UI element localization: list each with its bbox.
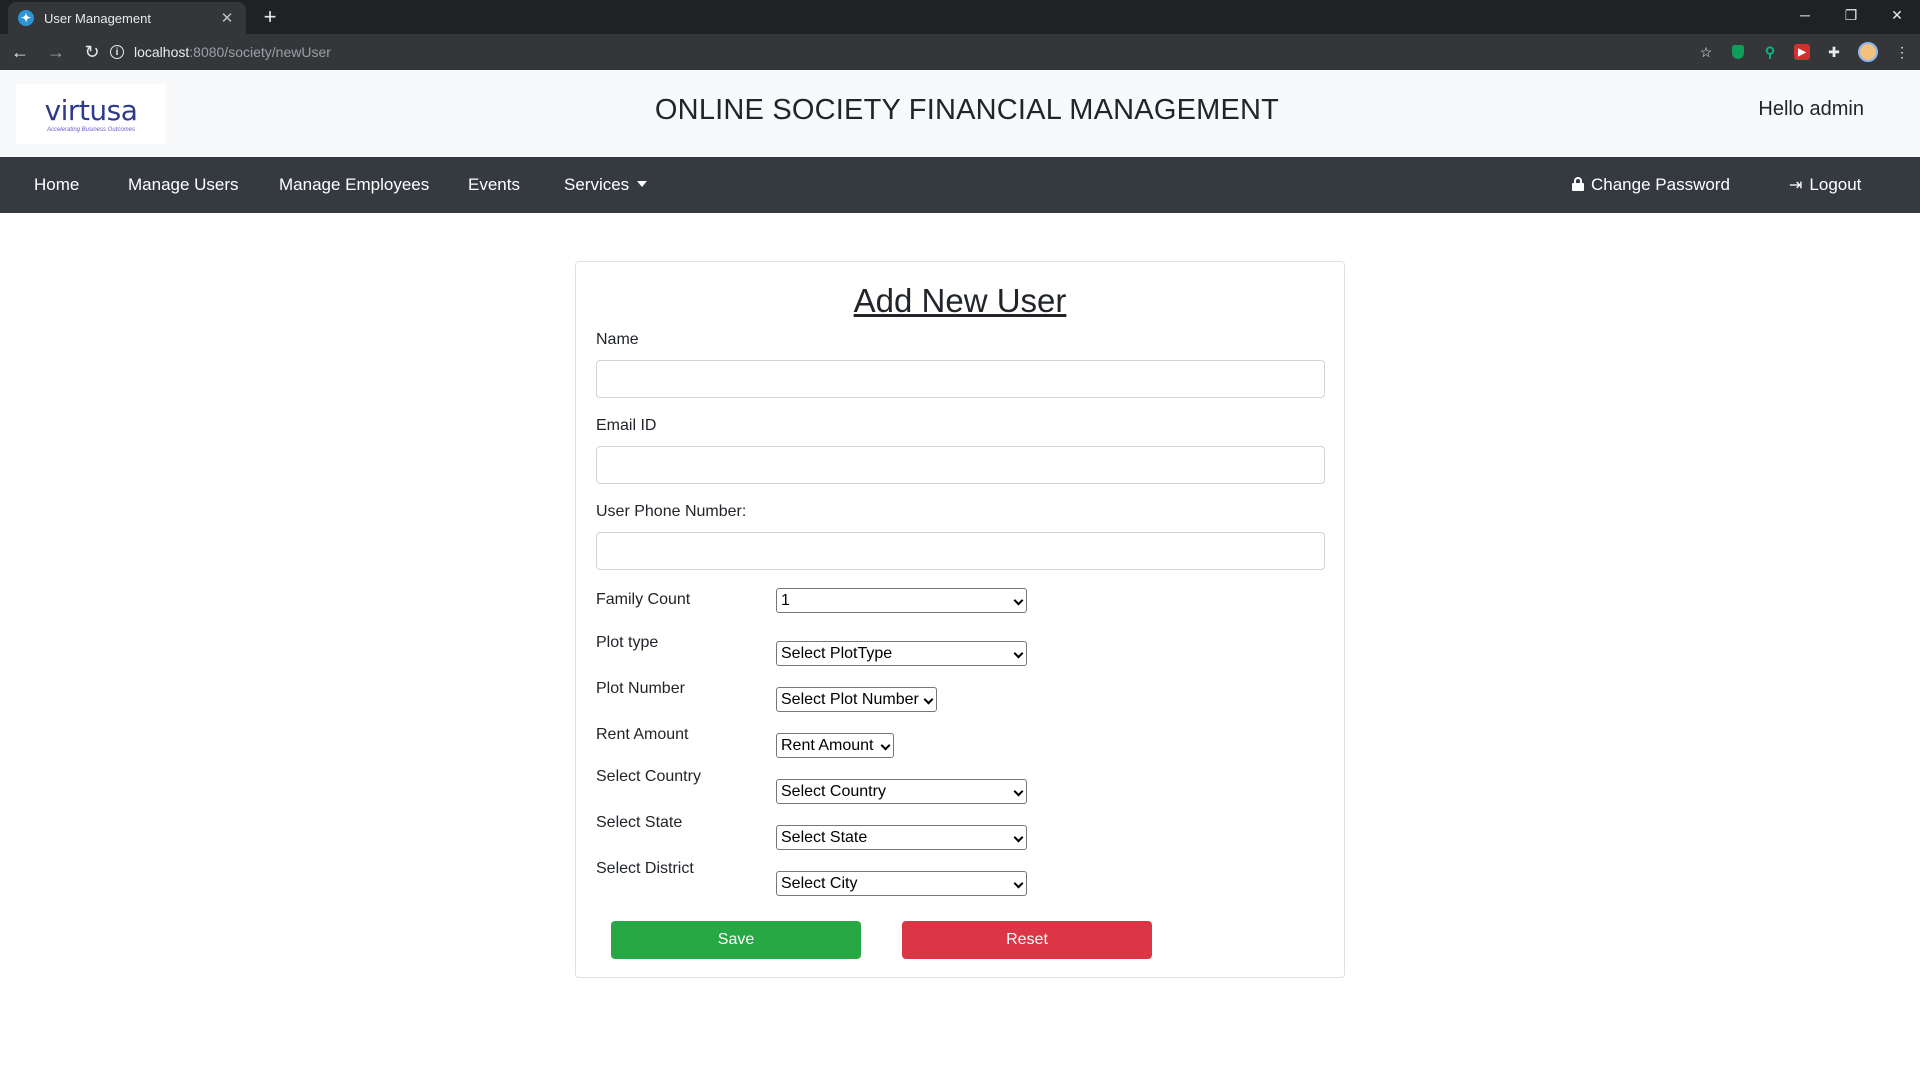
close-tab-icon[interactable]: ✕ [218, 9, 236, 27]
nav-home[interactable]: Home [34, 157, 79, 213]
chevron-down-icon [923, 694, 934, 705]
chevron-down-icon [1013, 832, 1024, 843]
chevron-down-icon [1013, 786, 1024, 797]
red-extension-icon[interactable]: ▶ [1794, 44, 1810, 60]
minimize-icon[interactable]: ─ [1782, 0, 1828, 30]
caret-down-icon [637, 181, 648, 187]
form-title: Add New User [853, 282, 1067, 319]
url-path: :8080/society/newUser [189, 44, 331, 60]
browser-tab[interactable]: ✦ User Management ✕ [8, 2, 246, 34]
bookmark-star-icon[interactable]: ☆ [1698, 44, 1714, 60]
key-extension-icon[interactable]: ⚲ [1762, 44, 1778, 60]
plot-type-label: Plot type [596, 634, 659, 651]
reset-button[interactable]: Reset [902, 921, 1152, 959]
plot-number-select[interactable]: Select Plot Number [776, 687, 937, 712]
district-label: Select District [596, 860, 694, 877]
site-header: virtusa Accelerating Business Outcomes O… [0, 70, 1920, 157]
state-select[interactable]: Select State [776, 825, 1027, 850]
chevron-down-icon [880, 740, 891, 751]
nav-manage-employees[interactable]: Manage Employees [279, 157, 429, 213]
plot-number-label: Plot Number [596, 680, 685, 697]
save-button[interactable]: Save [611, 921, 861, 959]
nav-manage-users[interactable]: Manage Users [128, 157, 239, 213]
reload-icon[interactable]: ↻ [76, 38, 108, 66]
logout-label: Logout [1809, 175, 1862, 194]
plot-type-value: Select PlotType [781, 645, 893, 662]
chevron-down-icon [1013, 648, 1024, 659]
logo-tagline: Accelerating Business Outcomes [46, 126, 136, 133]
rent-amount-select[interactable]: Rent Amount [776, 733, 894, 758]
nav-events[interactable]: Events [468, 157, 520, 213]
main-navbar: Home Manage Users Manage Employees Event… [0, 157, 1920, 213]
nav-logout[interactable]: ⇥ Logout [1789, 157, 1861, 213]
address-bar[interactable]: i localhost :8080/society/newUser [110, 38, 1710, 66]
phone-label: User Phone Number: [596, 503, 747, 520]
name-input[interactable] [596, 360, 1325, 398]
plot-type-select[interactable]: Select PlotType [776, 641, 1027, 666]
new-tab-button[interactable]: + [258, 6, 282, 28]
window-controls: ─ ❐ ✕ [1782, 0, 1920, 30]
change-password-label: Change Password [1591, 175, 1730, 194]
district-select[interactable]: Select City [776, 871, 1027, 896]
email-label: Email ID [596, 417, 657, 434]
user-greeting: Hello admin [1758, 98, 1864, 120]
logout-icon: ⇥ [1789, 177, 1803, 194]
chevron-down-icon [1013, 595, 1024, 606]
restore-icon[interactable]: ❐ [1828, 0, 1874, 30]
forward-icon[interactable]: → [40, 38, 72, 66]
browser-toolbar: ← → ↻ i localhost :8080/society/newUser … [0, 34, 1920, 70]
rent-amount-value: Rent Amount [781, 737, 874, 754]
name-label: Name [596, 331, 639, 348]
family-count-select[interactable]: 1 [776, 588, 1027, 613]
puzzle-extensions-icon[interactable]: ✚ [1826, 44, 1842, 60]
family-count-label: Family Count [596, 591, 691, 608]
country-select[interactable]: Select Country [776, 779, 1027, 804]
country-label: Select Country [596, 768, 701, 785]
favicon-icon: ✦ [18, 10, 34, 26]
back-icon[interactable]: ← [4, 38, 36, 66]
rent-amount-label: Rent Amount [596, 726, 689, 743]
state-value: Select State [781, 829, 868, 846]
plot-number-value: Select Plot Number [781, 691, 919, 708]
district-value: Select City [781, 875, 858, 892]
site-title: ONLINE SOCIETY FINANCIAL MANAGEMENT [654, 94, 1280, 126]
family-count-value: 1 [781, 592, 790, 609]
extensions-area: ☆ ⚲ ▶ ✚ ⋮ [1698, 38, 1910, 66]
url-host: localhost [134, 44, 190, 60]
state-label: Select State [596, 814, 683, 831]
nav-change-password[interactable]: Change Password [1572, 157, 1730, 213]
shield-extension-icon[interactable] [1730, 44, 1746, 60]
kebab-menu-icon[interactable]: ⋮ [1894, 44, 1910, 60]
nav-services-dropdown[interactable]: Services [564, 157, 648, 213]
browser-tabstrip: ✦ User Management ✕ + ─ ❐ ✕ [0, 0, 1920, 34]
chevron-down-icon [1013, 878, 1024, 889]
add-user-card: Add New User Name Email ID User Phone Nu… [575, 261, 1345, 978]
profile-avatar[interactable] [1858, 42, 1878, 62]
country-value: Select Country [781, 783, 886, 800]
nav-services-label: Services [564, 175, 630, 194]
page: virtusa Accelerating Business Outcomes O… [0, 70, 1920, 1080]
phone-input[interactable] [596, 532, 1325, 570]
email-input[interactable] [596, 446, 1325, 484]
close-window-icon[interactable]: ✕ [1874, 0, 1920, 30]
lock-icon [1572, 177, 1584, 191]
tab-title: User Management [44, 10, 151, 26]
site-info-icon[interactable]: i [110, 45, 124, 59]
